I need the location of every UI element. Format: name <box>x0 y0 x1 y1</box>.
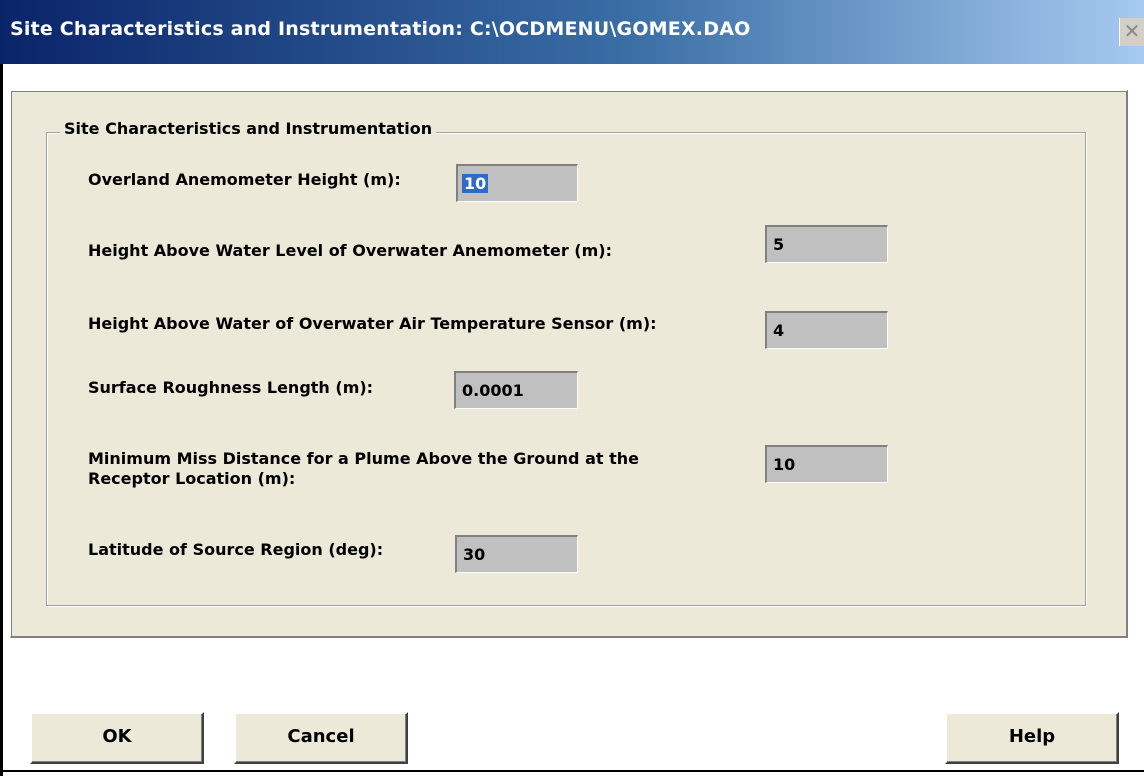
roughness-value: 0.0001 <box>462 381 524 400</box>
air-temp-sensor-value: 4 <box>773 321 785 340</box>
help-button[interactable]: Help <box>945 712 1119 764</box>
window-edge <box>0 64 3 776</box>
latitude-input[interactable]: 30 <box>455 535 578 573</box>
overwater-anemometer-input[interactable]: 5 <box>765 225 888 263</box>
window-title: Site Characteristics and Instrumentation… <box>10 18 751 40</box>
miss-distance-value: 10 <box>773 455 796 474</box>
overland-height-value: 10 <box>462 174 489 193</box>
ok-button[interactable]: OK <box>30 712 204 764</box>
overland-height-label: Overland Anemometer Height (m): <box>88 170 401 189</box>
dialog-window: Site Characteristics and Instrumentation… <box>0 0 1144 776</box>
miss-distance-input[interactable]: 10 <box>765 445 888 483</box>
close-icon[interactable]: ✕ <box>1119 18 1144 46</box>
overland-height-input[interactable]: 10 <box>456 164 578 202</box>
latitude-label: Latitude of Source Region (deg): <box>88 540 384 559</box>
latitude-value: 30 <box>463 545 486 564</box>
window-bottom-edge <box>0 770 1144 772</box>
title-bar[interactable]: Site Characteristics and Instrumentation… <box>0 0 1144 64</box>
roughness-input[interactable]: 0.0001 <box>454 371 578 409</box>
air-temp-sensor-label: Height Above Water of Overwater Air Temp… <box>88 314 657 333</box>
cancel-button[interactable]: Cancel <box>234 712 408 764</box>
group-legend: Site Characteristics and Instrumentation <box>60 119 437 138</box>
overwater-anemometer-label: Height Above Water Level of Overwater An… <box>88 241 612 260</box>
miss-distance-label-line1: Minimum Miss Distance for a Plume Above … <box>88 449 639 468</box>
overwater-anemometer-value: 5 <box>773 235 785 254</box>
miss-distance-label-line2: Receptor Location (m): <box>88 469 296 488</box>
roughness-label: Surface Roughness Length (m): <box>88 378 374 397</box>
air-temp-sensor-input[interactable]: 4 <box>765 311 888 349</box>
